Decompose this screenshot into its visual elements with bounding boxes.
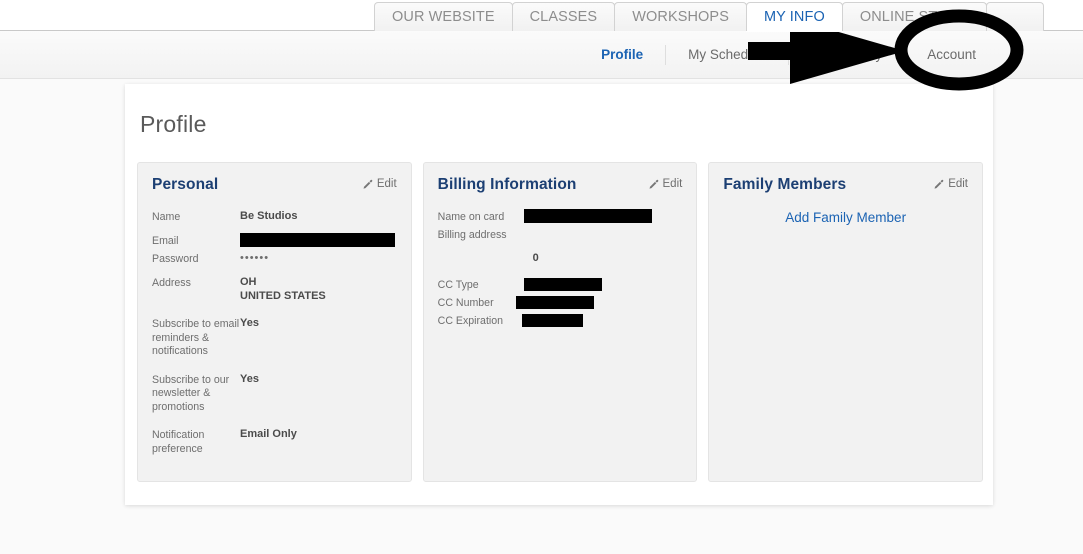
pencil-icon xyxy=(933,179,944,190)
field-cc-expiration: CC Expiration xyxy=(438,314,683,329)
profile-content-card: Profile Personal Edit Name Be Studios Em… xyxy=(125,84,993,505)
field-label: Name on card xyxy=(437,211,505,223)
tab-overflow[interactable] xyxy=(985,2,1044,31)
field-name-on-card: Name on card xyxy=(437,209,683,225)
edit-personal-button[interactable]: Edit xyxy=(362,178,397,190)
subnav-item-my-schedule[interactable]: My Schedule xyxy=(666,44,790,65)
redacted-cc-expiration-value xyxy=(521,314,583,327)
field-label: Email xyxy=(152,235,179,247)
field-label: Notification preference xyxy=(152,429,205,455)
panel-header: Personal Edit xyxy=(152,176,397,194)
page-root: OUR WEBSITE CLASSES WORKSHOPS MY INFO ON… xyxy=(0,0,1083,554)
panel-header: Billing Information Edit xyxy=(438,176,683,194)
field-label: Password xyxy=(152,253,199,265)
field-password: Password •••••• xyxy=(152,252,397,267)
primary-tabs: OUR WEBSITE CLASSES WORKSHOPS MY INFO ON… xyxy=(374,2,1044,31)
field-address: Address OH UNITED STATES xyxy=(152,276,397,303)
tab-online-store[interactable]: ONLINE STORE xyxy=(841,2,987,31)
field-value: Yes xyxy=(240,372,259,385)
panel-header: Family Members Edit xyxy=(723,176,968,194)
field-subscribe-newsletter: Subscribe to our newsletter & promotions… xyxy=(152,373,397,415)
add-family-member-link[interactable]: Add Family Member xyxy=(723,210,968,225)
tab-our-website[interactable]: OUR WEBSITE xyxy=(374,2,513,31)
redacted-cc-type-value xyxy=(523,278,602,291)
field-label: CC Expiration xyxy=(437,315,504,327)
field-label: Subscribe to email reminders & notificat… xyxy=(152,318,240,357)
page-title: Profile xyxy=(140,111,207,137)
field-subscribe-email: Subscribe to email reminders & notificat… xyxy=(152,317,397,359)
field-label: Billing address xyxy=(437,229,507,241)
tab-label: CLASSES xyxy=(529,9,598,25)
field-email: Email xyxy=(152,233,397,249)
subnav-item-profile[interactable]: Profile xyxy=(579,44,667,65)
field-name: Name Be Studios xyxy=(152,210,397,225)
edit-label: Edit xyxy=(376,177,397,190)
field-cc-number: CC Number xyxy=(438,296,683,311)
billing-address-value: 0 xyxy=(532,252,539,264)
field-label: Subscribe to our newsletter & promotions xyxy=(152,373,230,413)
field-cc-type: CC Type xyxy=(438,278,683,293)
field-label: CC Number xyxy=(437,297,494,309)
edit-billing-button[interactable]: Edit xyxy=(648,177,683,190)
edit-label: Edit xyxy=(662,177,683,190)
edit-family-button[interactable]: Edit xyxy=(933,178,968,190)
tab-label: ONLINE STORE xyxy=(859,9,969,25)
panel-family-members: Family Members Edit Add Family Member xyxy=(708,162,984,482)
tab-label: OUR WEBSITE xyxy=(392,9,495,25)
secondary-nav: Profile My Schedule Visit History Accoun… xyxy=(0,31,1010,78)
address-line-2: UNITED STATES xyxy=(240,289,326,302)
redacted-email-value xyxy=(240,233,395,247)
panel-personal: Personal Edit Name Be Studios Email Pass… xyxy=(137,162,412,482)
edit-label: Edit xyxy=(948,177,969,190)
redacted-cc-number-value xyxy=(515,296,594,309)
pencil-icon xyxy=(648,179,659,190)
subnav-label: Profile xyxy=(601,46,644,62)
field-label: CC Type xyxy=(437,279,479,291)
field-value: •••••• xyxy=(240,252,270,264)
field-value: OH UNITED STATES xyxy=(240,276,326,303)
address-line-1: OH xyxy=(240,276,257,288)
tab-label: MY INFO xyxy=(763,9,825,25)
panel-title-family: Family Members xyxy=(723,176,847,193)
panel-billing-information: Billing Information Edit Name on card Bi… xyxy=(422,162,698,482)
subnav-item-visit-history[interactable]: Visit History xyxy=(789,44,906,65)
field-value: Yes xyxy=(240,317,259,329)
field-label: Name xyxy=(152,211,181,223)
subnav-label: My Schedule xyxy=(688,46,767,62)
tab-classes[interactable]: CLASSES xyxy=(511,2,616,31)
tab-workshops[interactable]: WORKSHOPS xyxy=(614,2,747,31)
field-label: Address xyxy=(152,277,191,289)
subnav-item-account[interactable]: Account xyxy=(905,45,998,65)
pencil-icon xyxy=(362,179,373,190)
tab-label: WORKSHOPS xyxy=(632,9,729,25)
tab-my-info[interactable]: MY INFO xyxy=(745,2,843,31)
primary-tabstrip: OUR WEBSITE CLASSES WORKSHOPS MY INFO ON… xyxy=(0,0,1083,31)
field-value: Email Only xyxy=(240,428,297,440)
field-notification-preference: Notification preference Email Only xyxy=(152,428,397,456)
field-value: Be Studios xyxy=(240,210,298,222)
panel-title-billing: Billing Information xyxy=(437,176,577,193)
panels-row: Personal Edit Name Be Studios Email Pass… xyxy=(137,162,984,482)
field-billing-address: Billing address xyxy=(438,228,683,243)
subnav-label: Visit History xyxy=(811,46,883,62)
redacted-name-on-card-value xyxy=(523,209,652,223)
panel-title-personal: Personal xyxy=(152,176,219,193)
subnav-label: Account xyxy=(927,46,976,62)
